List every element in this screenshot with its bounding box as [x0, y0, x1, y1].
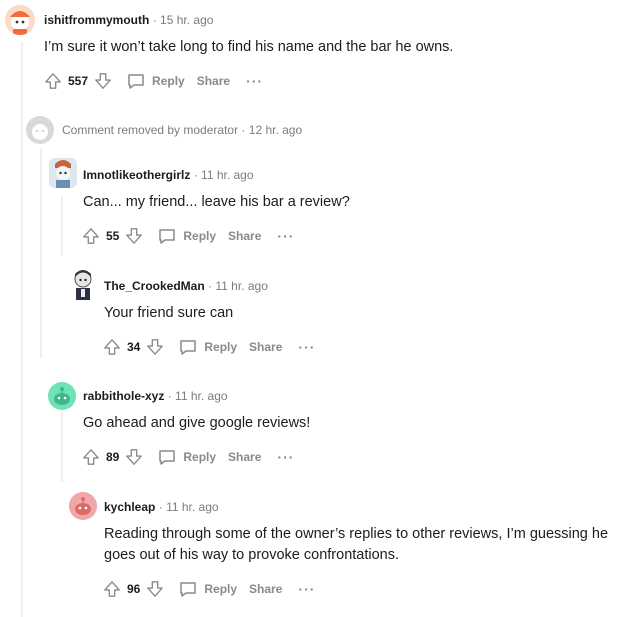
avatar[interactable] [5, 5, 35, 35]
avatar[interactable] [48, 382, 76, 410]
default-avatar-icon [26, 116, 54, 144]
reply-button[interactable]: Reply [157, 447, 216, 467]
reply-button[interactable]: Reply [178, 579, 237, 599]
separator: · [167, 389, 176, 403]
timestamp[interactable]: 11 hr. ago [201, 168, 254, 182]
share-button[interactable]: Share [228, 229, 261, 243]
username[interactable]: kychleap [104, 500, 155, 514]
upvote-icon[interactable] [42, 70, 64, 92]
timestamp[interactable]: 15 hr. ago [160, 13, 213, 27]
snoo-avatar-icon [69, 492, 97, 520]
reply-label: Reply [204, 340, 238, 354]
upvote-icon[interactable] [80, 225, 102, 247]
timestamp[interactable]: 11 hr. ago [175, 389, 228, 403]
avatar[interactable] [70, 268, 96, 300]
comment-actions: 89 Reply Share ··· [80, 446, 294, 468]
removed-notice: Comment removed by moderator [62, 123, 239, 137]
vote-score: 96 [127, 582, 141, 596]
more-options-button[interactable]: ··· [277, 229, 294, 243]
avatar[interactable] [49, 158, 77, 188]
comment-actions: 557 Reply Share ··· [42, 70, 263, 92]
upvote-icon[interactable] [101, 336, 123, 358]
username[interactable]: Imnotlikeothergirlz [83, 168, 190, 182]
downvote-icon[interactable] [123, 446, 145, 468]
downvote-icon[interactable] [144, 336, 166, 358]
reply-label: Reply [183, 229, 217, 243]
thread-line[interactable] [21, 42, 23, 617]
downvote-icon[interactable] [123, 225, 145, 247]
more-options-button[interactable]: ··· [246, 74, 263, 88]
upvote-icon[interactable] [80, 446, 102, 468]
thread-line[interactable] [61, 412, 63, 482]
comment-body: Go ahead and give google reviews! [83, 415, 311, 431]
more-options-button[interactable]: ··· [298, 340, 315, 354]
snoo-avatar-icon [48, 382, 76, 410]
thread-line[interactable] [40, 148, 42, 358]
vote-score: 557 [68, 74, 89, 88]
share-button[interactable]: Share [249, 582, 282, 596]
timestamp[interactable]: 11 hr. ago [215, 279, 268, 293]
comment-body: Your friend sure can [104, 305, 234, 321]
downvote-icon[interactable] [144, 578, 166, 600]
comment-bubble-icon [128, 74, 144, 89]
share-button[interactable]: Share [249, 340, 282, 354]
avatar[interactable] [69, 492, 97, 520]
vote-score: 34 [127, 340, 141, 354]
reply-label: Reply [183, 450, 217, 464]
comment-actions: 96 Reply Share ··· [101, 578, 315, 600]
comment-bubble-icon [159, 450, 176, 465]
downvote-icon[interactable] [92, 70, 114, 92]
comment-header: Imnotlikeothergirlz · 11 hr. ago [83, 168, 254, 182]
separator: · [193, 168, 202, 182]
user-avatar-icon [5, 5, 35, 35]
username[interactable]: ishitfrommymouth [44, 13, 149, 27]
timestamp[interactable]: 12 hr. ago [249, 123, 302, 137]
comment-bubble-icon [180, 582, 197, 597]
reply-label: Reply [152, 74, 185, 88]
separator: · [152, 13, 161, 27]
timestamp[interactable]: 11 hr. ago [166, 500, 219, 514]
user-avatar-icon [70, 268, 96, 300]
comment-body: Can... my friend... leave his bar a revi… [83, 194, 350, 210]
thread-line[interactable] [61, 196, 63, 256]
avatar [26, 116, 54, 144]
comment-header: The_CrookedMan · 11 hr. ago [104, 279, 268, 293]
comment-actions: 55 Reply Share ··· [80, 225, 294, 247]
comment-body: I’m sure it won’t take long to find his … [44, 39, 454, 55]
comment-header: Comment removed by moderator · 12 hr. ag… [62, 123, 302, 137]
username[interactable]: The_CrookedMan [104, 279, 205, 293]
more-options-button[interactable]: ··· [298, 582, 315, 596]
user-avatar-icon [49, 158, 77, 188]
vote-score: 89 [106, 450, 120, 464]
comment-bubble-icon [159, 229, 176, 244]
comment-bubble-icon [180, 340, 197, 355]
comment-body: Reading through some of the owner’s repl… [104, 526, 609, 563]
reply-button[interactable]: Reply [157, 226, 216, 246]
share-button[interactable]: Share [197, 74, 230, 88]
share-button[interactable]: Share [228, 450, 261, 464]
username[interactable]: rabbithole-xyz [83, 389, 164, 403]
separator: · [241, 123, 249, 137]
more-options-button[interactable]: ··· [277, 450, 294, 464]
separator: · [158, 500, 167, 514]
upvote-icon[interactable] [101, 578, 123, 600]
comment-header: kychleap · 11 hr. ago [104, 500, 219, 514]
comment-header: ishitfrommymouth · 15 hr. ago [44, 13, 213, 27]
comment-header: rabbithole-xyz · 11 hr. ago [83, 389, 228, 403]
reply-button[interactable]: Reply [178, 337, 237, 357]
reply-label: Reply [204, 582, 238, 596]
reply-button[interactable]: Reply [126, 71, 185, 91]
comment-actions: 34 Reply Share ··· [101, 336, 315, 358]
vote-score: 55 [106, 229, 120, 243]
